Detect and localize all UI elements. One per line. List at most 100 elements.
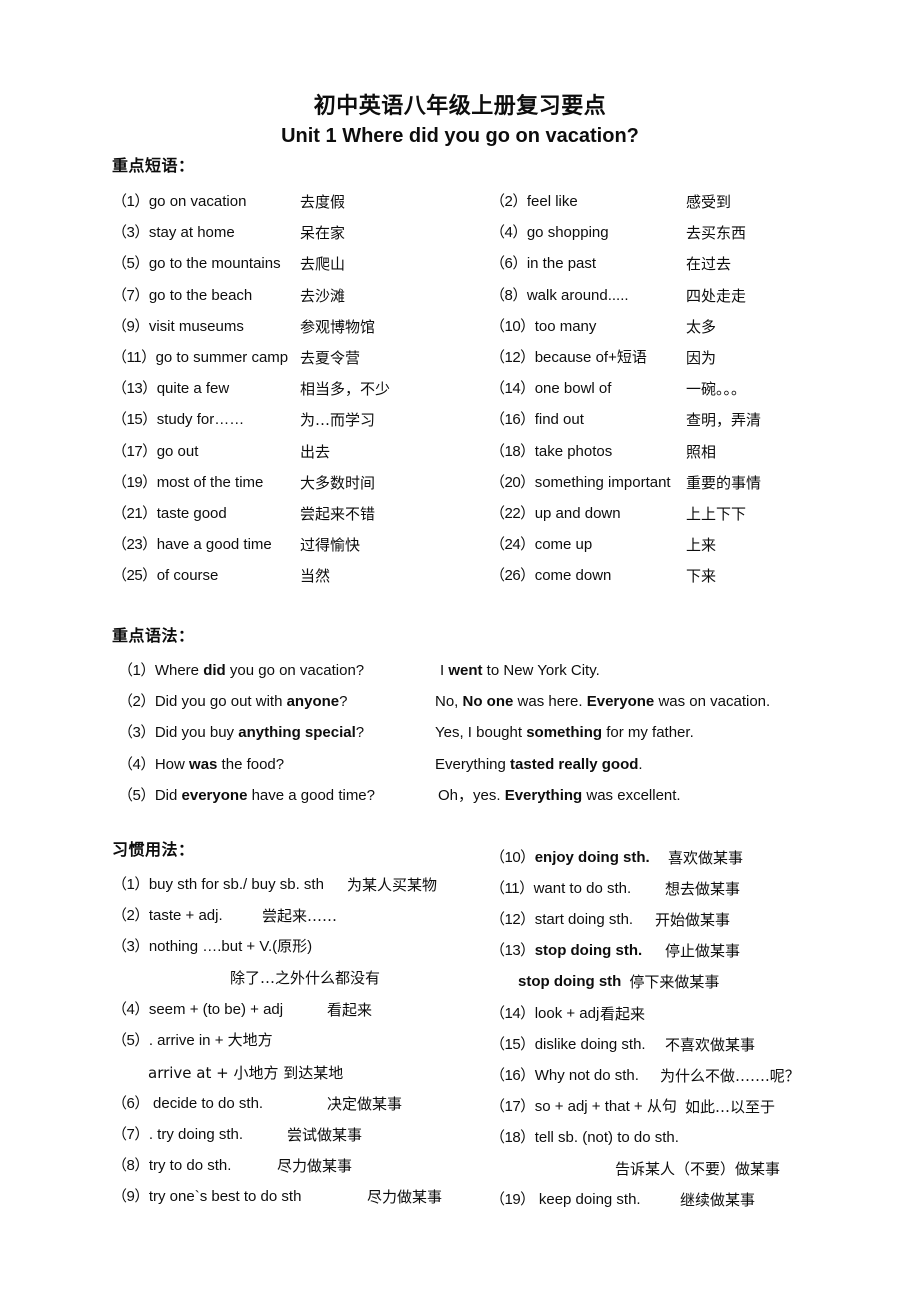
phrase-english: walk around..... <box>526 286 629 304</box>
phrase-number: （5） <box>112 255 149 273</box>
grammar-answer-keyword: No one <box>462 693 514 711</box>
usage-english: enjoy doing sth. <box>534 849 650 866</box>
usage-number: （6） <box>112 1095 149 1112</box>
grammar-question-post: ? <box>339 693 348 711</box>
phrase-row: （5）go to the mountains 去爬山 <box>112 254 345 274</box>
phrase-row: （7）go to the beach 去沙滩 <box>112 286 345 306</box>
usage-row: （1）buy sth for sb./ buy sb. sth 为某人买某物 <box>112 875 437 895</box>
phrase-translation: 大多数时间 <box>300 473 376 492</box>
section-heading-grammar: 重点语法： <box>112 628 195 645</box>
usage-translation: 停止做某事 <box>665 942 741 960</box>
phrase-term: （9）visit museums <box>112 317 300 337</box>
phrase-translation: 相当多，不少 <box>300 380 391 399</box>
grammar-answer: Oh，yes. Everything was excellent. <box>438 786 681 806</box>
usage-row: （4）seem + (to be) + adj 看起来 <box>112 1000 372 1020</box>
usage-translation: 不喜欢做某事 <box>665 1036 756 1054</box>
grammar-question-keyword: anything special <box>238 724 356 742</box>
usage-translation: 为什么不做…….呢？ <box>660 1067 800 1085</box>
usage-term: （11）want to do sth. <box>490 879 665 899</box>
usage-row: （5）. arrive in + 大地方 <box>112 1031 312 1051</box>
usage-english: try one`s best to do sth <box>148 1188 302 1205</box>
phrase-translation: 太多 <box>686 317 717 336</box>
usage-english: try to do sth. <box>148 1157 232 1174</box>
phrase-translation: 重要的事情 <box>686 473 762 492</box>
usage-number: （9） <box>112 1188 149 1205</box>
usage-number: （2） <box>112 907 149 924</box>
document-page: 初中英语八年级上册复习要点 Unit 1 Where did you go on… <box>0 0 920 1302</box>
usage-translation: 喜欢做某事 <box>668 849 744 867</box>
phrase-row: （12）because of+短语 因为 <box>490 348 716 368</box>
grammar-question-post: ? <box>355 724 365 742</box>
phrase-term: （19）most of the time <box>112 473 300 493</box>
phrase-row: （25）of course 当然 <box>112 566 330 586</box>
usage-number: （3） <box>112 938 149 955</box>
grammar-answer-pre: Everything <box>435 755 511 773</box>
grammar-question: （2）Did you go out with anyone? <box>118 692 347 712</box>
usage-number: （19） <box>490 1191 535 1208</box>
phrase-row: （9）visit museums 参观博物馆 <box>112 317 375 337</box>
grammar-question-pre: Where <box>154 662 204 679</box>
phrase-translation: 上来 <box>686 536 717 555</box>
usage-number: （11） <box>490 880 534 897</box>
usage-number: （4） <box>112 1001 149 1018</box>
grammar-number: （4） <box>118 755 155 773</box>
usage-row: （8）try to do sth. 尽力做某事 <box>112 1156 352 1176</box>
usage-row: （2）taste + adj. 尝起来…… <box>112 906 337 926</box>
usage-term: （12）start doing sth. <box>490 910 655 930</box>
usage-term: （4）seem + (to be) + adj <box>112 1000 327 1020</box>
grammar-number: （1） <box>118 662 155 679</box>
usage-term: （8）try to do sth. <box>112 1156 277 1176</box>
usage-translation: 尽力做某事 <box>277 1157 353 1175</box>
usage-row: （17）so + adj + that + 从句 如此…以至于 <box>490 1097 775 1117</box>
usage-term: （17）so + adj + that + 从句 <box>490 1097 685 1117</box>
phrase-term: （21）taste good <box>112 504 300 524</box>
phrase-translation: 出去 <box>300 442 331 461</box>
grammar-answer: No, No one was here. Everyone was on vac… <box>435 692 770 712</box>
phrase-row: （6）in the past 在过去 <box>490 254 731 274</box>
usage-subline-translation: 告诉某人（不要）做某事 <box>615 1160 781 1178</box>
phrase-term: （16）find out <box>490 410 686 430</box>
usage-subline: 除了…之外什么都没有 <box>230 968 380 988</box>
usage-term: （14）look + adj <box>490 1004 600 1024</box>
phrase-number: （13） <box>112 380 157 398</box>
usage-number: （17） <box>490 1098 535 1115</box>
phrase-english: go on vacation <box>148 193 247 210</box>
usage-english: stop doing sth. <box>534 942 643 959</box>
usage-translation: 尝试做某事 <box>287 1126 363 1144</box>
usage-english: so + adj + that + 从句 <box>534 1098 677 1115</box>
usage-row: （18）tell sb. (not) to do sth. <box>490 1128 690 1148</box>
grammar-question: （5）Did everyone have a good time? <box>118 786 375 806</box>
phrase-number: （8） <box>490 286 527 304</box>
phrase-term: （18）take photos <box>490 442 686 462</box>
phrase-row: （1）go on vacation 去度假 <box>112 192 345 212</box>
phrase-term: （15）study for…… <box>112 410 300 430</box>
usage-row: （14）look + adj看起来 <box>490 1004 645 1024</box>
phrase-number: （4） <box>490 224 527 242</box>
usage-term: （3）nothing ….but + V.(原形) <box>112 937 372 957</box>
usage-english: look + adj <box>534 1005 600 1022</box>
usage-row: （13）stop doing sth. 停止做某事 <box>490 941 740 961</box>
usage-term: （1）buy sth for sb./ buy sb. sth <box>112 875 347 895</box>
phrase-translation: 四处走走 <box>686 286 747 305</box>
usage-term: （13）stop doing sth. <box>490 941 665 961</box>
usage-subline: arrive at + 小地方 到达某地 <box>148 1063 343 1083</box>
phrase-term: （7）go to the beach <box>112 286 300 306</box>
usage-subline-text: arrive at + 小地方 到达某地 <box>148 1064 344 1082</box>
grammar-question-pre: Did <box>154 786 182 804</box>
usage-term: （16）Why not do sth. <box>490 1066 660 1086</box>
usage-translation: 继续做某事 <box>680 1191 756 1209</box>
phrase-number: （21） <box>112 505 157 522</box>
phrase-term: （13）quite a few <box>112 379 300 399</box>
usage-row: （3）nothing ….but + V.(原形) <box>112 937 372 957</box>
phrase-translation: 去夏令营 <box>300 349 361 367</box>
grammar-number: （2） <box>118 693 155 711</box>
usage-row: （6） decide to do sth. 决定做某事 <box>112 1094 402 1114</box>
usage-english: . try doing sth. <box>148 1126 244 1143</box>
usage-row: （16）Why not do sth. 为什么不做…….呢？ <box>490 1066 800 1086</box>
usage-subline-text: 除了…之外什么都没有 <box>230 969 381 987</box>
usage-row: （10）enjoy doing sth. 喜欢做某事 <box>490 848 743 868</box>
phrase-english: up and down <box>534 505 621 522</box>
phrase-translation: 感受到 <box>686 193 732 211</box>
phrase-number: （9） <box>112 317 149 335</box>
phrase-english: find out <box>534 411 584 429</box>
